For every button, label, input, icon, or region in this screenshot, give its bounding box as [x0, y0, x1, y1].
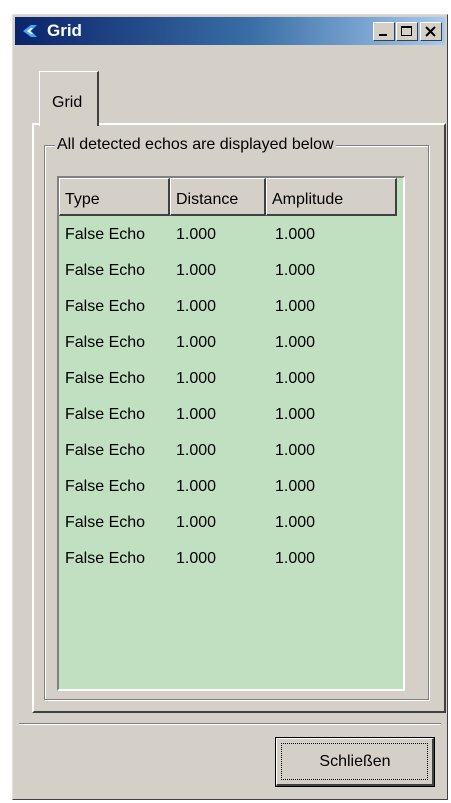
- tab-grid[interactable]: Grid: [39, 71, 99, 126]
- cell-amplitude: 1.000: [275, 262, 316, 279]
- table-row[interactable]: False Echo 1.000 1.000: [59, 252, 399, 288]
- cell-type: False Echo: [65, 370, 146, 387]
- minimize-icon: [379, 34, 387, 36]
- cell-type: False Echo: [65, 406, 146, 423]
- group-label: All detected echos are displayed below: [55, 136, 336, 154]
- tab-panel: All detected echos are displayed below T…: [32, 123, 446, 713]
- cell-amplitude: 1.000: [275, 370, 316, 387]
- cell-amplitude: 1.000: [275, 514, 316, 531]
- table-row[interactable]: False Echo 1.000 1.000: [59, 396, 399, 432]
- close-icon: [425, 26, 436, 37]
- cell-distance: 1.000: [176, 550, 217, 567]
- cell-type: False Echo: [65, 442, 146, 459]
- title-bar[interactable]: Grid: [15, 17, 445, 45]
- maximize-icon: [401, 26, 412, 36]
- cell-type: False Echo: [65, 550, 146, 567]
- schliessen-button[interactable]: Schließen: [275, 737, 435, 787]
- grid-header: Type Distance Amplitude: [59, 178, 397, 216]
- table-row[interactable]: False Echo 1.000 1.000: [59, 540, 399, 576]
- app-icon: [21, 22, 39, 40]
- column-header-amplitude[interactable]: Amplitude: [266, 178, 397, 216]
- cell-amplitude: 1.000: [275, 226, 316, 243]
- cell-distance: 1.000: [176, 514, 217, 531]
- cell-distance: 1.000: [176, 334, 217, 351]
- cell-amplitude: 1.000: [275, 442, 316, 459]
- echos-group: All detected echos are displayed below T…: [44, 136, 429, 700]
- tab-grid-label: Grid: [52, 94, 83, 111]
- window-title: Grid: [47, 21, 82, 40]
- cell-amplitude: 1.000: [275, 298, 316, 315]
- echo-grid[interactable]: Type Distance Amplitude False Echo 1.000 1…: [57, 176, 405, 691]
- table-row[interactable]: False Echo 1.000 1.000: [59, 504, 399, 540]
- cell-type: False Echo: [65, 262, 146, 279]
- cell-type: False Echo: [65, 514, 146, 531]
- dialog-window: Grid Grid All detected echos are display…: [12, 14, 448, 800]
- footer-separator: [19, 723, 441, 725]
- maximize-button[interactable]: [396, 22, 418, 41]
- cell-type: False Echo: [65, 478, 146, 495]
- schliessen-button-label: Schließen: [319, 753, 391, 770]
- cell-amplitude: 1.000: [275, 478, 316, 495]
- table-row[interactable]: False Echo 1.000 1.000: [59, 216, 399, 252]
- cell-amplitude: 1.000: [275, 550, 316, 567]
- cell-distance: 1.000: [176, 406, 217, 423]
- cell-amplitude: 1.000: [275, 334, 316, 351]
- table-row[interactable]: False Echo 1.000 1.000: [59, 360, 399, 396]
- cell-distance: 1.000: [176, 298, 217, 315]
- cell-type: False Echo: [65, 226, 146, 243]
- column-header-type[interactable]: Type: [59, 178, 170, 216]
- table-row[interactable]: False Echo 1.000 1.000: [59, 468, 399, 504]
- grid-rows: False Echo 1.000 1.000 False Echo 1.000 1.000…: [59, 216, 399, 576]
- minimize-button[interactable]: [373, 22, 395, 41]
- close-window-button[interactable]: [420, 22, 442, 41]
- cell-distance: 1.000: [176, 262, 217, 279]
- cell-amplitude: 1.000: [275, 406, 316, 423]
- cell-distance: 1.000: [176, 226, 217, 243]
- cell-type: False Echo: [65, 298, 146, 315]
- table-row[interactable]: False Echo 1.000 1.000: [59, 288, 399, 324]
- cell-distance: 1.000: [176, 442, 217, 459]
- cell-distance: 1.000: [176, 370, 217, 387]
- table-row[interactable]: False Echo 1.000 1.000: [59, 324, 399, 360]
- table-row[interactable]: False Echo 1.000 1.000: [59, 432, 399, 468]
- cell-type: False Echo: [65, 334, 146, 351]
- column-header-distance[interactable]: Distance: [170, 178, 266, 216]
- cell-distance: 1.000: [176, 478, 217, 495]
